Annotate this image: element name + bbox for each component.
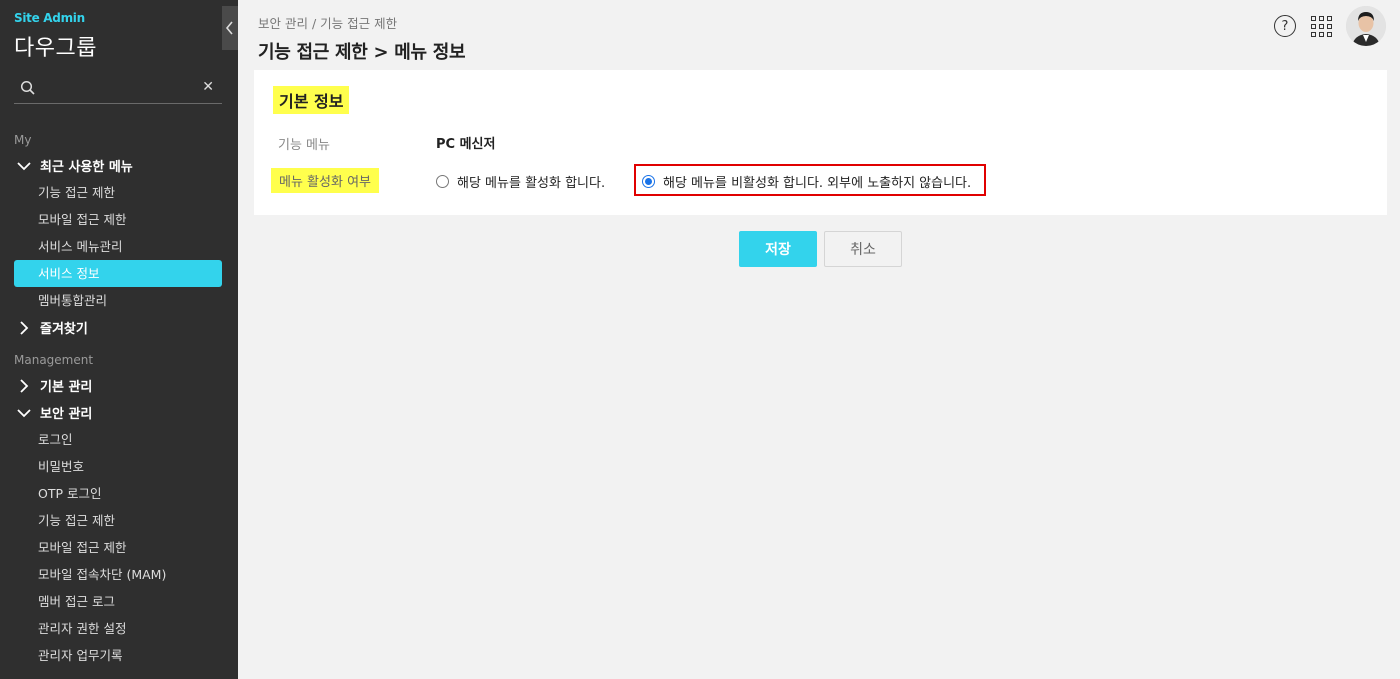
section-title: 기본 정보 — [273, 86, 350, 114]
sidebar-item-func-access[interactable]: 기능 접근 제한 — [0, 179, 238, 206]
user-avatar-icon — [1346, 6, 1386, 46]
sidebar-item-mobile-access-2[interactable]: 모바일 접근 제한 — [0, 534, 238, 561]
radio-deactivate[interactable]: 해당 메뉴를 비활성화 합니다. 외부에 노출하지 않습니다. — [642, 172, 971, 191]
clear-search-icon[interactable]: ✕ — [202, 79, 214, 95]
menu-group-basic[interactable]: 기본 관리 — [0, 372, 238, 399]
header-actions: ? — [1274, 6, 1386, 46]
menu-group-label: 기본 관리 — [40, 380, 93, 395]
cancel-button[interactable]: 취소 — [824, 231, 902, 267]
sidebar-item-admin-log[interactable]: 관리자 업무기록 — [0, 642, 238, 669]
sidebar-item-mobile-access[interactable]: 모바일 접근 제한 — [0, 206, 238, 233]
radio-activate-label: 해당 메뉴를 활성화 합니다. — [457, 176, 606, 191]
sidebar-item-login[interactable]: 로그인 — [0, 426, 238, 453]
menu-group-label: 최근 사용한 메뉴 — [40, 160, 133, 175]
chevron-left-icon — [225, 21, 233, 35]
basic-info-card: 기본 정보 기능 메뉴 PC 메신저 메뉴 활성화 여부 해당 메뉴를 활성화 … — [254, 70, 1387, 215]
func-menu-value: PC 메신저 — [436, 137, 496, 152]
sidebar: Site Admin 다우그룹 ✕ My 최근 사용한 메뉴 기능 접근 제한 … — [0, 0, 238, 679]
menu-group-favorites[interactable]: 즐겨찾기 — [0, 314, 238, 341]
radio-deactivate-circle[interactable] — [642, 175, 655, 188]
breadcrumb: 보안 관리 / 기능 접근 제한 — [258, 16, 398, 31]
sidebar-item-otp-login[interactable]: OTP 로그인 — [0, 480, 238, 507]
section-label-management: Management — [14, 353, 94, 367]
menu-group-label: 즐겨찾기 — [40, 322, 88, 337]
sidebar-item-password[interactable]: 비밀번호 — [0, 453, 238, 480]
page-title: 기능 접근 제한 > 메뉴 정보 — [258, 42, 466, 63]
save-button[interactable]: 저장 — [739, 231, 817, 267]
search-input[interactable] — [44, 78, 194, 98]
radio-activate[interactable]: 해당 메뉴를 활성화 합니다. — [436, 172, 605, 191]
section-label-my: My — [14, 133, 32, 147]
chevron-right-icon — [20, 378, 29, 393]
site-admin-label: Site Admin — [14, 11, 85, 25]
chevron-down-icon — [17, 161, 31, 170]
sidebar-item-service-info[interactable]: 서비스 정보 — [14, 260, 222, 287]
search-icon — [20, 80, 35, 95]
sidebar-search: ✕ — [14, 74, 222, 104]
sidebar-item-mam[interactable]: 모바일 접속차단 (MAM) — [0, 561, 238, 588]
chevron-right-icon — [20, 320, 29, 335]
avatar[interactable] — [1346, 6, 1386, 46]
help-icon[interactable]: ? — [1274, 15, 1296, 37]
apps-grid-icon[interactable] — [1310, 15, 1332, 37]
activation-label: 메뉴 활성화 여부 — [271, 168, 379, 193]
menu-group-recent[interactable]: 최근 사용한 메뉴 — [0, 152, 238, 179]
sidebar-collapse-button[interactable] — [222, 6, 238, 50]
sidebar-item-admin-perm[interactable]: 관리자 권한 설정 — [0, 615, 238, 642]
func-menu-label: 기능 메뉴 — [278, 138, 330, 153]
menu-group-label: 보안 관리 — [40, 407, 93, 422]
chevron-down-icon — [17, 408, 31, 417]
sidebar-item-service-menu[interactable]: 서비스 메뉴관리 — [0, 233, 238, 260]
radio-deactivate-label: 해당 메뉴를 비활성화 합니다. 외부에 노출하지 않습니다. — [663, 176, 972, 191]
radio-activate-circle[interactable] — [436, 175, 449, 188]
sidebar-item-func-access-2[interactable]: 기능 접근 제한 — [0, 507, 238, 534]
org-name: 다우그룹 — [14, 36, 97, 61]
sidebar-item-member-mgmt[interactable]: 멤버통합관리 — [0, 287, 238, 314]
sidebar-item-member-log[interactable]: 멤버 접근 로그 — [0, 588, 238, 615]
menu-group-security[interactable]: 보안 관리 — [0, 399, 238, 426]
